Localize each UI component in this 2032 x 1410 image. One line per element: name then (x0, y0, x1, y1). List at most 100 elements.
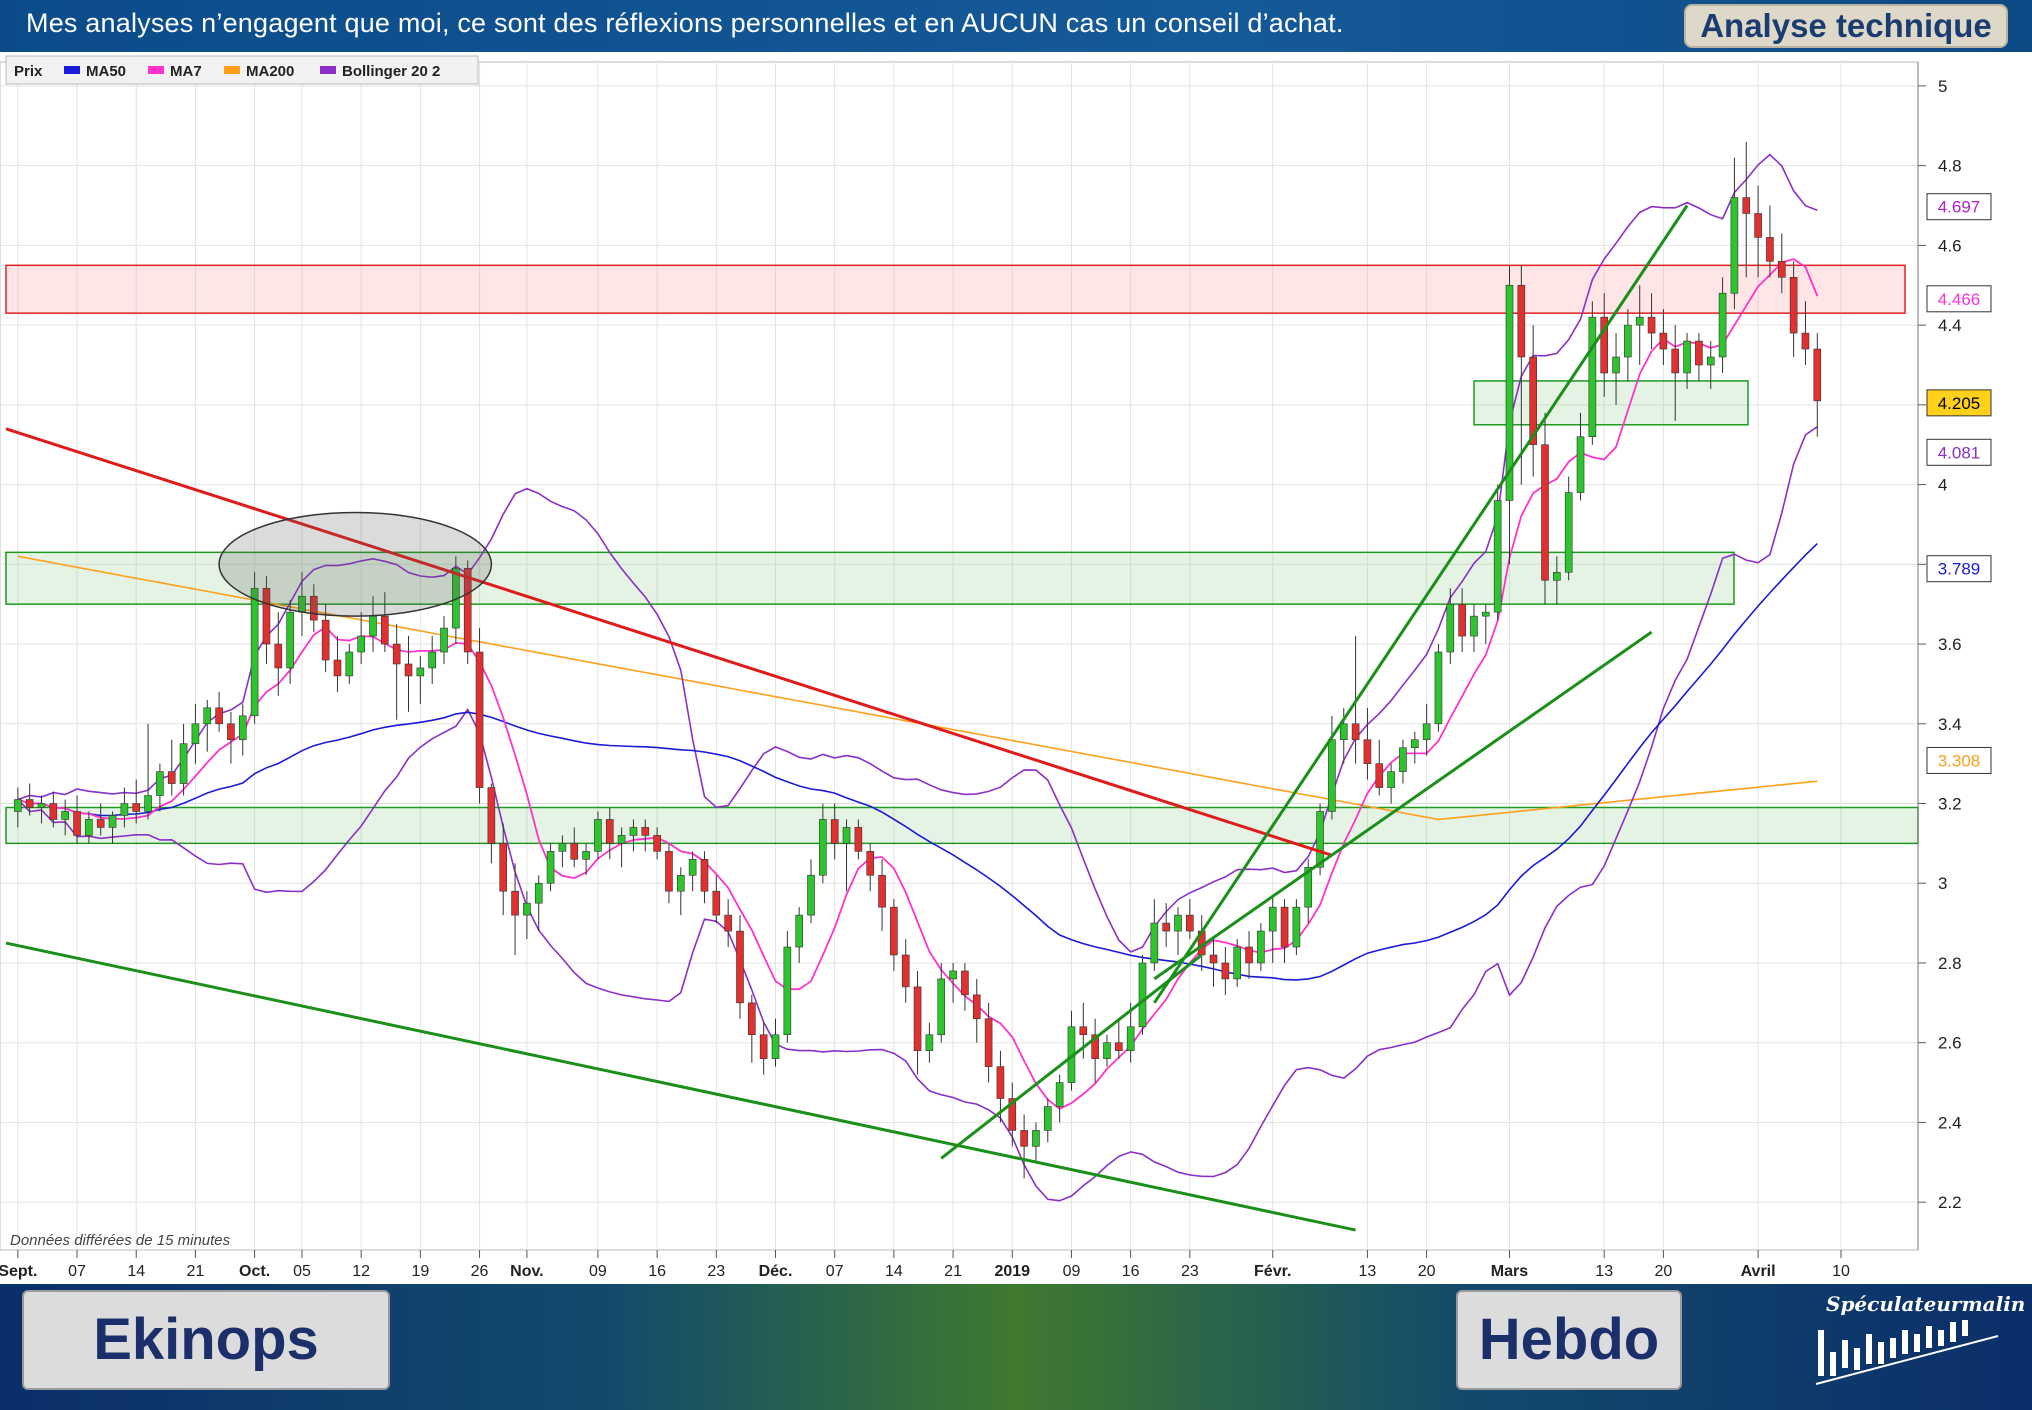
y-tick-label: 3.6 (1938, 635, 1962, 654)
candle-up (1576, 436, 1585, 493)
candle (1434, 644, 1443, 732)
zone-green (5, 806, 1919, 845)
candle-up (37, 803, 46, 808)
legend-label: Bollinger 20 2 (342, 63, 440, 80)
delay-note: Données différées de 15 minutes (10, 1232, 231, 1249)
candle (665, 843, 673, 904)
candle (748, 994, 756, 1063)
x-tick-label: 14 (885, 1263, 903, 1280)
x-tick-label: 21 (944, 1263, 962, 1280)
candle (404, 636, 413, 712)
x-tick-label: 16 (1122, 1263, 1140, 1280)
candle-down (499, 843, 508, 892)
x-tick-label: Nov. (510, 1263, 543, 1280)
candle-down (1079, 1026, 1088, 1036)
x-tick-label: 09 (1063, 1263, 1081, 1280)
candle-down (759, 1034, 768, 1059)
candle (1482, 604, 1490, 645)
candle-up (676, 874, 685, 892)
candle-up (108, 815, 117, 828)
x-tick-label: 23 (1181, 1263, 1199, 1280)
y-tick-label: 4 (1938, 476, 1947, 495)
x-tick-label: 19 (411, 1263, 429, 1280)
candle (392, 624, 401, 720)
candle-down (1162, 922, 1170, 932)
legend-swatch (64, 66, 80, 74)
x-tick-label: 26 (471, 1263, 489, 1280)
candle (1221, 947, 1230, 995)
candle-up (925, 1034, 934, 1051)
x-tick-label: 09 (589, 1263, 607, 1280)
candle-up (1150, 922, 1159, 964)
candle (700, 851, 709, 904)
candle (866, 843, 875, 892)
candle-up (144, 795, 152, 812)
candle (475, 628, 484, 804)
candle-up (1422, 723, 1431, 741)
candle-up (1553, 571, 1561, 581)
candle-down (878, 874, 886, 908)
candle-up (440, 627, 448, 653)
x-tick-label: 2019 (994, 1263, 1030, 1280)
candle (1043, 1098, 1052, 1143)
candle-down (1245, 946, 1253, 964)
candle-down (736, 930, 744, 1004)
candle (416, 656, 425, 704)
candle (972, 978, 981, 1043)
chart-panel: 2.22.42.62.833.23.43.63.844.24.44.64.85 … (0, 52, 2032, 1284)
legend-label: Prix (14, 63, 43, 80)
candle-down (511, 890, 519, 916)
x-tick-label: 16 (648, 1263, 666, 1280)
y-tick-label: 3.2 (1938, 795, 1962, 814)
x-tick-label: Avril (1741, 1263, 1776, 1280)
candle-up (345, 651, 354, 677)
x-tick-label: Oct. (239, 1263, 270, 1280)
candle (1091, 1018, 1099, 1083)
candle-down (1695, 340, 1703, 366)
candle-down (404, 663, 413, 677)
candle-up (179, 743, 188, 784)
candle-up (1730, 197, 1739, 294)
y-tick-label: 4.8 (1938, 157, 1962, 176)
x-tick-label: Sept. (0, 1263, 37, 1280)
candle-up (558, 843, 567, 852)
candle-up (1126, 1026, 1135, 1051)
y-tick-label: 3.4 (1938, 715, 1962, 734)
candle-up (156, 771, 164, 796)
candle-down (748, 1002, 756, 1036)
app-frame: Mes analyses n’engagent que moi, ce sont… (0, 0, 2032, 1410)
candle-up (1446, 603, 1455, 653)
candle-up (191, 723, 200, 745)
candle (1529, 325, 1537, 477)
candle-down (605, 819, 614, 844)
candle (1564, 476, 1573, 581)
candle-down (1541, 444, 1549, 581)
candle (925, 1022, 934, 1063)
candle (440, 616, 448, 664)
candle (1541, 412, 1549, 605)
candle (534, 875, 543, 932)
candle-up (842, 827, 851, 844)
candle-up (250, 587, 259, 717)
candle-up (546, 851, 555, 884)
candle (676, 867, 685, 916)
x-tick-label: 12 (352, 1263, 370, 1280)
candle (274, 612, 283, 696)
x-tick-label: Mars (1491, 1263, 1528, 1280)
candle (1103, 1034, 1111, 1067)
candle-down (724, 914, 732, 932)
candle-up (120, 803, 129, 816)
candle-down (1351, 723, 1360, 741)
price-label: 3.789 (1926, 555, 1992, 583)
candle-down (996, 1066, 1005, 1099)
candle (144, 723, 152, 820)
y-tick-label: 2.6 (1938, 1034, 1962, 1053)
candle-up (1399, 747, 1407, 772)
candle-up (85, 819, 93, 836)
candle-down (1742, 197, 1751, 214)
candle-down (1766, 237, 1774, 262)
candle-up (1718, 292, 1727, 358)
candle-up (1174, 914, 1182, 932)
candle-down (972, 994, 981, 1020)
candle-down (25, 799, 34, 808)
